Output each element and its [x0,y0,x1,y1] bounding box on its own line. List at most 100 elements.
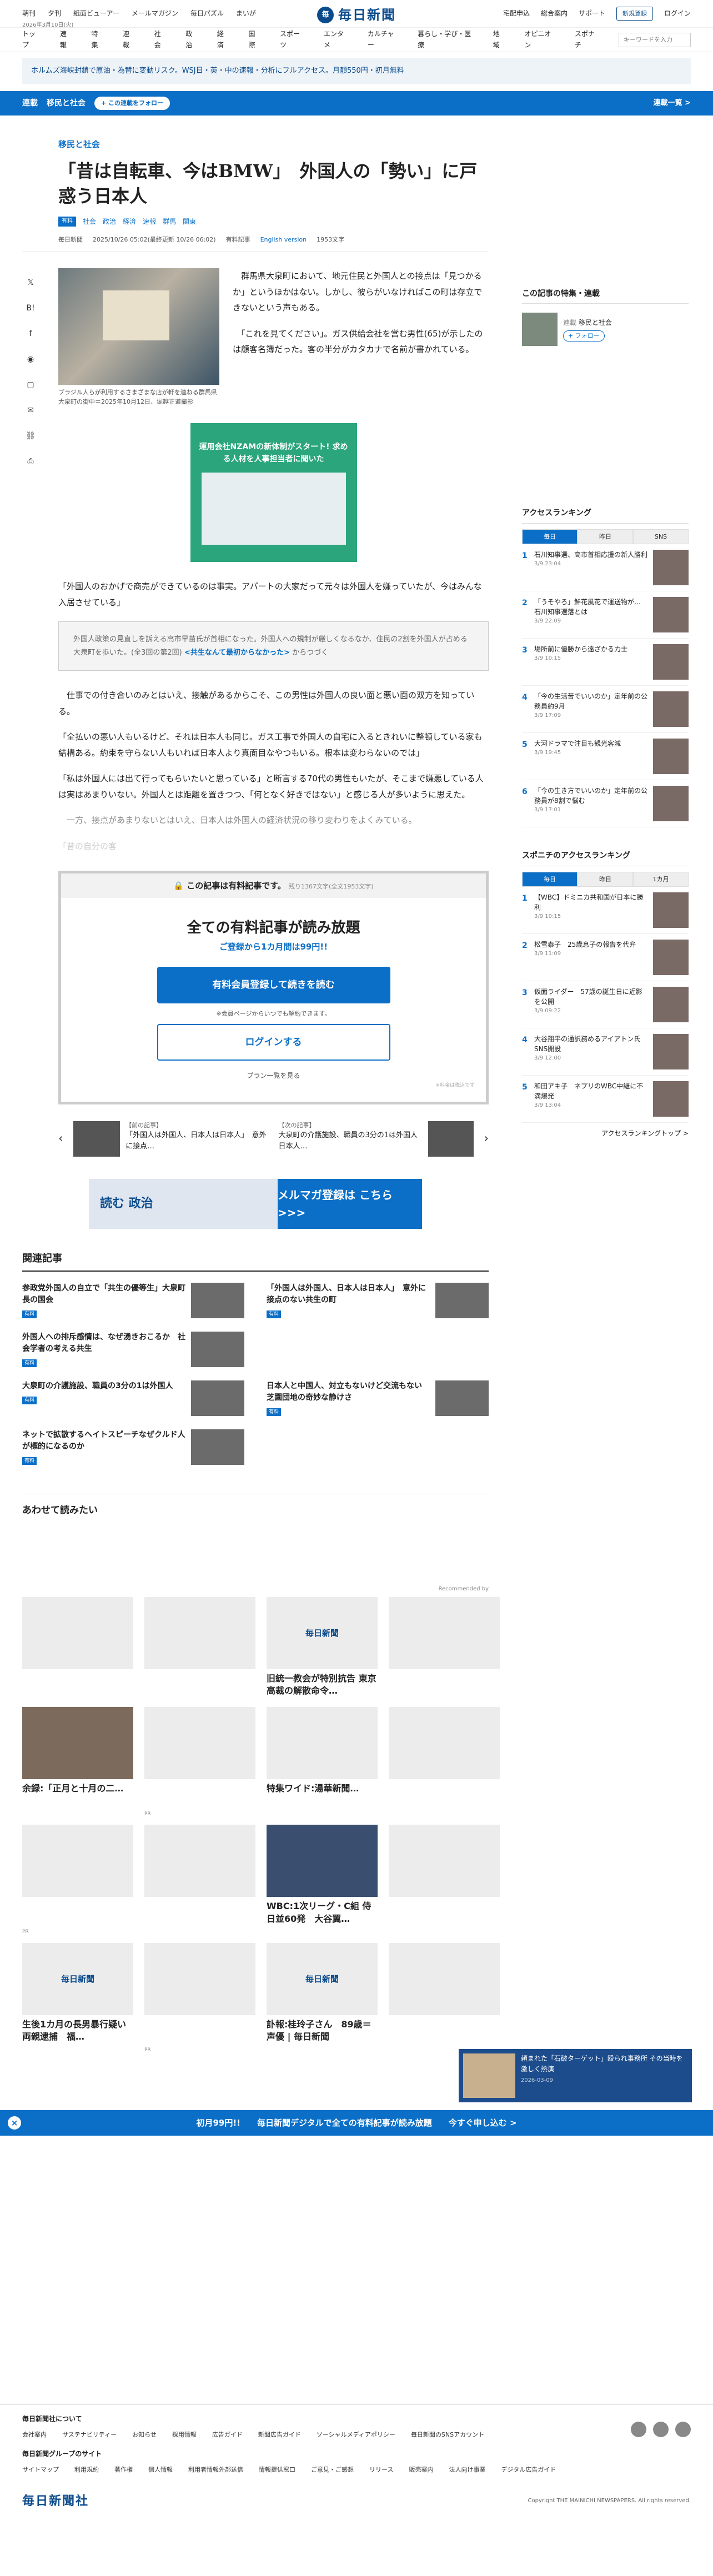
support-link[interactable]: サポート [579,8,605,19]
delivery-link[interactable]: 宅配申込 [503,8,530,19]
recommended-card[interactable]: PR [144,1706,255,1818]
recommended-card[interactable] [389,1942,500,2054]
ranking-item[interactable]: 1 石川知事選、高市首相応援の新人勝利 3/9 23:04 [522,544,689,592]
recommended-card[interactable] [22,1596,133,1700]
footer-link[interactable]: 利用規約 [74,2465,99,2475]
nav-sports[interactable]: スポーツ [280,29,305,50]
comment-icon[interactable]: ✉ [25,404,36,415]
footer-link[interactable]: 広告ガイド [212,2430,243,2440]
recommended-card[interactable] [389,1706,500,1818]
tag-link[interactable]: 政治 [103,217,116,227]
promo-ticker[interactable]: ホルムズ海峡封鎖で原油・為替に変動リスク。WSJ日・英・中の速報・分析にフルアク… [22,58,691,84]
top-link-mail[interactable]: メールマガジン [132,8,178,19]
login-link[interactable]: ログイン [664,8,691,19]
recommended-card[interactable] [144,1825,255,1936]
footer-link[interactable]: ご意見・ご感想 [311,2465,354,2475]
site-logo[interactable]: 毎 毎日新聞 [317,4,396,26]
nav-keizai[interactable]: 経済 [217,29,230,50]
subscribe-button[interactable]: 有料会員登録して続きを読む [157,966,390,1003]
ranking-item[interactable]: 5 大河ドラマで注目も観光客減 3/9 19:45 [522,733,689,781]
recommended-card[interactable]: 特集ワイド:湯華新聞… [267,1706,378,1818]
footer-link[interactable]: 販売案内 [409,2465,433,2475]
tab-sns[interactable]: SNS [633,529,689,545]
tab-daily[interactable]: 毎日 [522,529,578,545]
recommended-card[interactable]: 毎日新聞 生後1カ月の長男暴行疑い 両親逮捕 福… [22,1942,135,2054]
recommended-card[interactable] [389,1596,500,1700]
hatena-icon[interactable]: B! [25,302,36,313]
footer-link[interactable]: 利用者情報外部送信 [188,2465,243,2475]
ranking-item[interactable]: 4 「今の生活苦でいいのか」定年前の公務員約9月 3/9 17:09 [522,686,689,734]
recommended-card[interactable]: PR [22,1825,133,1936]
plan-list-link[interactable]: プラン一覧を見る [61,1071,486,1081]
footer-link[interactable]: 新聞広告ガイド [258,2430,301,2440]
footer-link[interactable]: 採用情報 [172,2430,197,2440]
tag-link[interactable]: 関東 [183,217,196,227]
nav-chiiki[interactable]: 地域 [493,29,506,50]
recommended-card[interactable]: PR [144,1942,255,2054]
register-button[interactable]: 新規登録 [616,6,653,21]
link-icon[interactable]: ⛓ [25,430,36,441]
related-item[interactable]: 「外国人は外国人、日本人は日本人」 意外に接点のない共生の町 有料 [267,1282,489,1319]
nav-sokuho[interactable]: 速報 [60,29,73,50]
section-name[interactable]: 移民と社会 [47,97,86,109]
footer-link[interactable]: リリース [369,2465,393,2475]
tab-yesterday[interactable]: 昨日 [578,871,633,887]
recommended-card[interactable]: WBC:1次リーグ・C組 侍日並60発 大谷翼… [267,1825,378,1936]
recommended-card[interactable]: 毎日新聞 旧統一教会が特別抗告 東京高裁の解散命令… [267,1596,378,1700]
footer-link[interactable]: 情報提供窓口 [259,2465,295,2475]
footer-link[interactable]: サイトマップ [22,2465,59,2475]
top-link-puzzle[interactable]: 毎日パズル [190,8,224,19]
nav-sponichi[interactable]: スポナチ [575,29,600,50]
related-item[interactable]: 参政党外国人の自立で「共生の優等生」大泉町長の国会 有料 [22,1282,244,1319]
lead-photo[interactable]: ブラジル人らが利用するさまざまな店が軒を連ねる群馬県大泉町の街中＝2025年10… [58,268,219,406]
previous-part-link[interactable]: <共生なんて最初からなかった> [184,649,290,657]
related-item[interactable]: 大泉町の介護施設、職員の3分の1は外国人 有料 [22,1380,244,1417]
recommended-card[interactable] [389,1825,500,1936]
top-link-maiga[interactable]: まいが [236,8,256,19]
chevron-left-icon[interactable]: ‹ [58,1129,63,1148]
tag-link[interactable]: 経済 [123,217,136,227]
related-item[interactable]: 日本人と中国人、対立もないけど交流もない 芝園団地の奇妙な静けさ 有料 [267,1380,489,1417]
nav-kokusai[interactable]: 国際 [248,29,261,50]
x-icon[interactable] [631,2422,646,2437]
follow-series-button[interactable]: + この連載をフォロー [94,97,170,110]
nav-entame[interactable]: エンタメ [324,29,349,50]
footer-link[interactable]: 個人情報 [148,2465,173,2475]
footer-link[interactable]: ソーシャルメディアポリシー [317,2430,395,2440]
print-icon[interactable]: ⎙ [25,455,36,466]
advertisement[interactable]: 運用会社NZAMの新体制がスタート! 求める人材を人事担当者に聞いた [190,423,357,563]
facebook-icon[interactable]: f [25,328,36,339]
nav-top[interactable]: トップ [22,29,41,50]
tag-link[interactable]: 速報 [143,217,156,227]
ranking-item[interactable]: 2 「うそやろ」鮮花風花で運送物が… 石川知事選落とは 3/9 22:09 [522,591,689,639]
series-follow-button[interactable]: + フォロー [563,330,605,342]
x-share-icon[interactable]: 𝕏 [25,277,36,288]
footer-logo[interactable]: 毎日新聞社 [22,2492,89,2511]
recommended-card[interactable]: 毎日新聞 訃報:桂玲子さん 89歳＝声優 | 毎日新聞 [267,1942,378,2054]
ranking-item[interactable]: 2 松雪泰子 25歳息子の報告を代弁 3/9 11:09 [522,934,689,982]
bookmark-icon[interactable]: ▢ [25,379,36,390]
footer-link[interactable]: 会社案内 [22,2430,47,2440]
footer-link[interactable]: デジタル広告ガイド [501,2465,556,2475]
floating-ad[interactable]: 頼まれた「石破ターゲット」殴られ事務所 その当時を激しく熱演 2026-03-09 [459,2049,692,2102]
top-link-chokan[interactable]: 朝刊 [22,8,36,19]
ranking-item[interactable]: 1 【WBC】ドミニカ共和国が日本に勝利 3/9 10:15 [522,887,689,935]
footer-link[interactable]: 法人向け事業 [449,2465,485,2475]
sticky-subscribe-bar[interactable]: × 初月99円!! 毎日新聞デジタルで全ての有料記事が読み放題 今すぐ申し込む … [0,2110,713,2136]
footer-link[interactable]: 著作権 [114,2465,133,2475]
ranking-item[interactable]: 3 場所前に優勝から遠ざかる力士 3/9 10:15 [522,639,689,686]
ranking-item[interactable]: 5 和田アキ子 ネプリのWBC中継に不満爆発 3/9 13:04 [522,1076,689,1123]
newsletter-banner[interactable]: 読む 政治 メルマガ登録は こちら >>> [89,1178,422,1229]
facebook-icon[interactable] [653,2422,669,2437]
related-item[interactable]: ネットで拡散するヘイトスピーチなぜクルド人が標的になるのか 有料 [22,1429,244,1466]
series-list-link[interactable]: 連載一覧 > [654,98,691,109]
youtube-icon[interactable] [675,2422,691,2437]
tag-link[interactable]: 群馬 [163,217,176,227]
english-version-link[interactable]: English version [260,235,307,245]
related-item[interactable]: 外国人への排斥感情は、なぜ湧きおこるか 社会学者の考える共生 有料 [22,1331,244,1368]
nav-shakai[interactable]: 社会 [154,29,167,50]
tab-yesterday[interactable]: 昨日 [578,529,633,545]
sticky-cta[interactable]: 今すぐ申し込む > [449,2116,517,2130]
close-icon[interactable]: × [8,2116,21,2130]
search-input[interactable] [619,32,691,47]
